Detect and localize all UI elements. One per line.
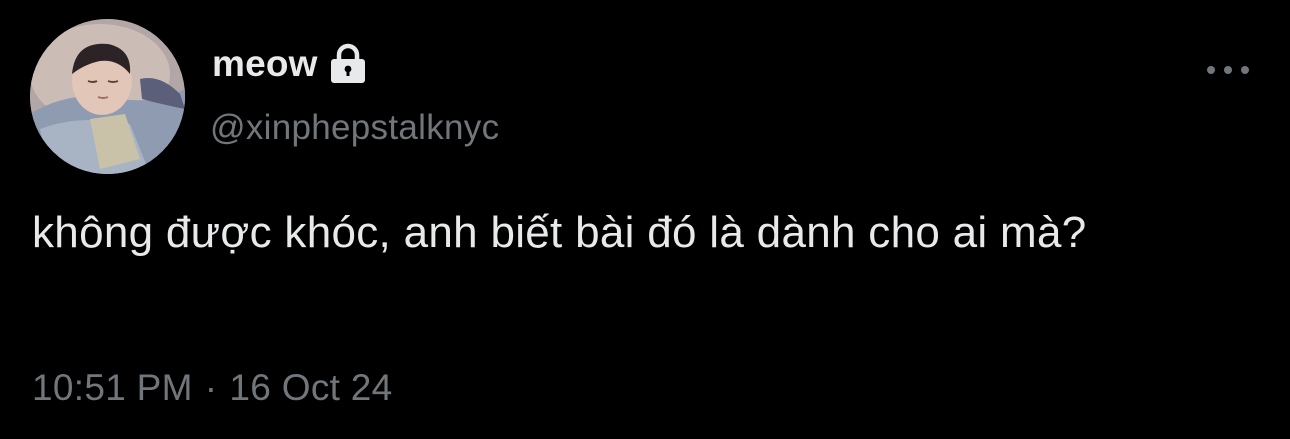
author-name-row: meow (212, 40, 368, 88)
avatar-photo (30, 19, 185, 174)
more-options-icon[interactable] (1207, 56, 1249, 84)
tweet-text: không được khóc, anh biết bài đó là dành… (32, 208, 1087, 257)
tweet-date: 16 Oct 24 (229, 367, 393, 408)
tweet-timestamp[interactable]: 10:51 PM · 16 Oct 24 (32, 367, 393, 409)
meta-separator: · (204, 367, 218, 408)
tweet-card: meow @xinphepstalknyc không được khóc, a… (0, 0, 1290, 439)
more-dot (1224, 66, 1232, 74)
avatar[interactable] (30, 19, 185, 174)
author-handle[interactable]: @xinphepstalknyc (210, 108, 499, 148)
author-display-name[interactable]: meow (212, 43, 318, 85)
more-dot (1207, 66, 1215, 74)
tweet-time: 10:51 PM (32, 367, 193, 408)
more-dot (1241, 66, 1249, 74)
lock-icon (328, 43, 368, 85)
